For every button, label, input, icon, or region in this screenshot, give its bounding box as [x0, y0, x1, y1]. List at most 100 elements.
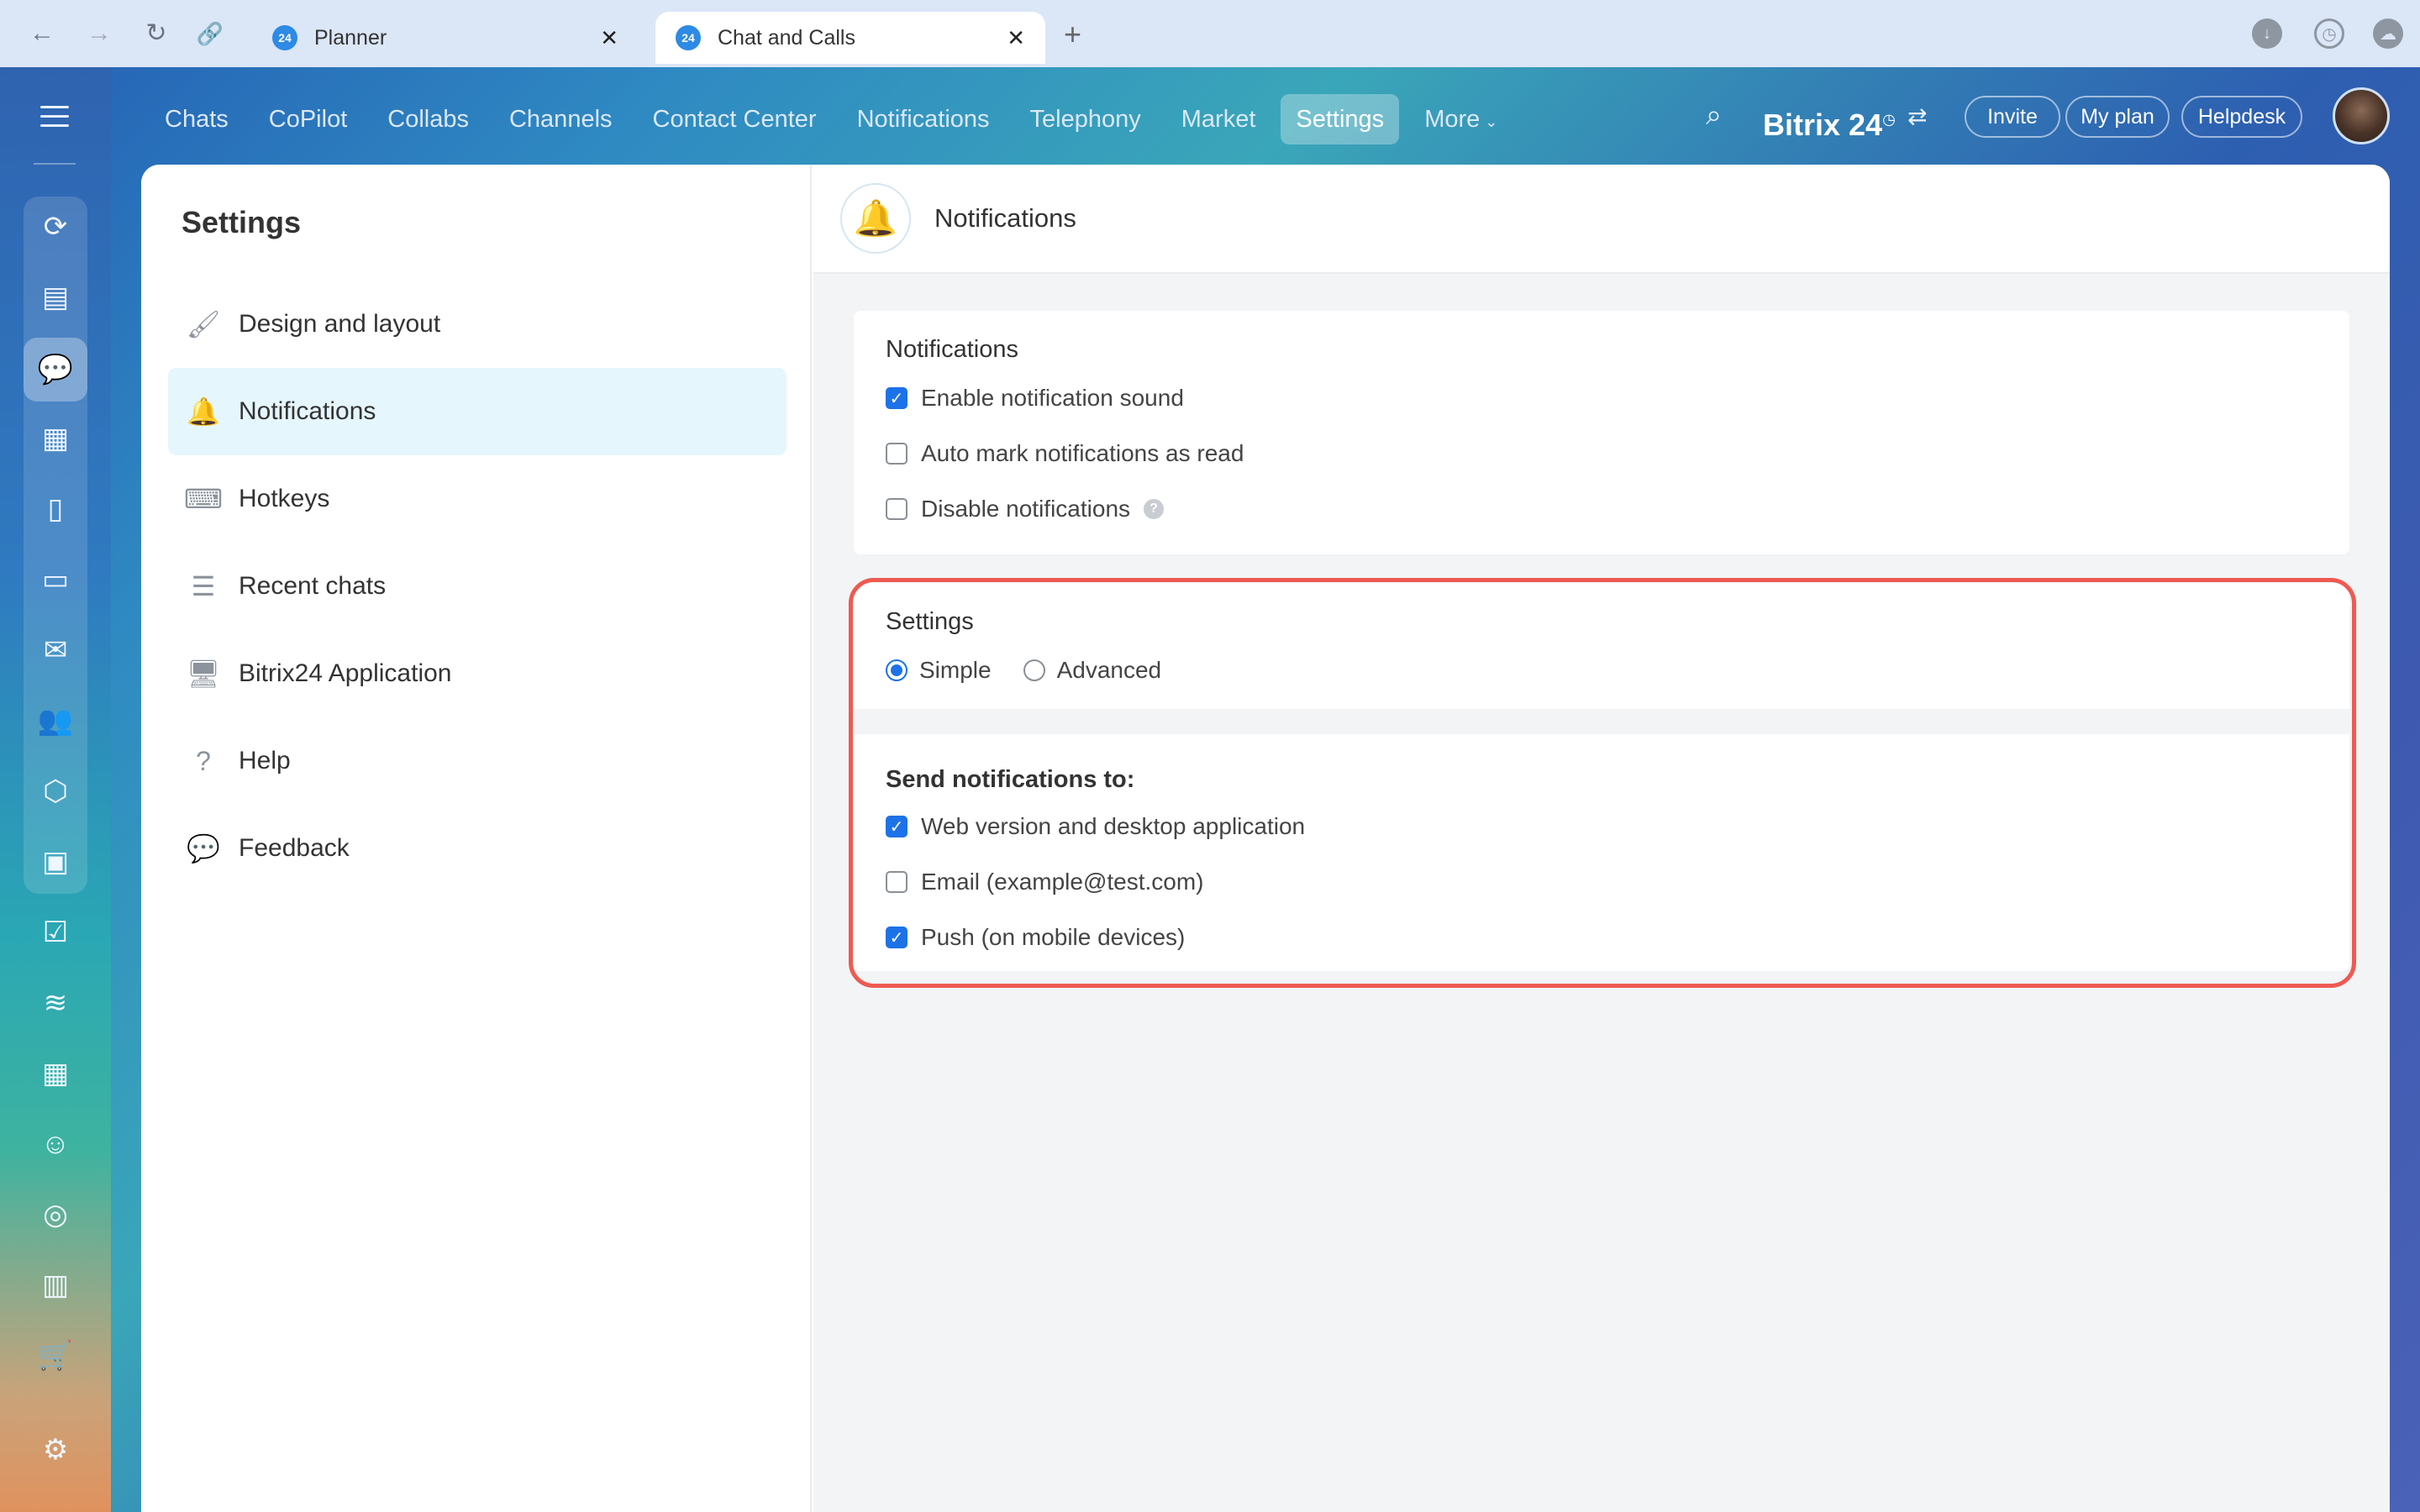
presentation-icon[interactable]: ▣ [30, 837, 81, 887]
nav-collabs[interactable]: Collabs [372, 94, 484, 144]
invite-button[interactable]: Invite [1965, 96, 2060, 138]
target-icon[interactable]: ◎ [30, 1189, 81, 1240]
checkbox-checked[interactable]: ✓ [886, 816, 908, 837]
browser-tab-chat-and-calls[interactable]: 24 Chat and Calls ✕ [655, 12, 1045, 64]
checkbox-checked[interactable]: ✓ [886, 387, 908, 409]
helpdesk-button[interactable]: Helpdesk [2181, 96, 2302, 138]
option-label: Disable notifications [921, 496, 1131, 522]
close-icon[interactable]: ✕ [600, 25, 618, 51]
checkbox-checked[interactable]: ✓ [886, 927, 908, 948]
feed-icon[interactable]: ⟳ [30, 202, 81, 252]
tune-sliders-icon[interactable]: ⇄ [1907, 102, 1927, 130]
history-clock-icon[interactable]: ◷ [2314, 18, 2344, 49]
news-icon[interactable]: ▤ [30, 272, 81, 323]
forward-arrow-icon[interactable]: → [84, 18, 114, 49]
settings-mode-card: Settings Simple Advanced Send notificati… [854, 583, 2349, 971]
document-icon[interactable]: ▯ [30, 484, 81, 534]
list-icon: ☰ [191, 571, 216, 601]
nav-more-label: More [1424, 106, 1481, 133]
clock-icon: ◷ [1882, 111, 1896, 128]
nav-chats[interactable]: Chats [150, 94, 244, 144]
bell-icon: 🔔 [840, 183, 911, 254]
sidebar-item-bitrix24-application[interactable]: 🖥 Bitrix24 Application [168, 630, 786, 717]
radio-label: Simple [919, 657, 992, 683]
sidebar-item-feedback[interactable]: 💬 Feedback [168, 805, 786, 892]
brush-icon: 🖌 [186, 309, 221, 339]
contacts-icon[interactable]: 👥 [30, 696, 81, 746]
help-question-icon[interactable]: ? [1144, 499, 1165, 519]
option-disable-notifications[interactable]: Disable notifications ? [886, 492, 1165, 526]
drive-icon[interactable]: ▭ [30, 554, 81, 605]
sidebar-item-hotkeys[interactable]: ⌨ Hotkeys [168, 455, 786, 543]
sidebar-item-label: Feedback [239, 834, 350, 862]
cloud-download-icon[interactable]: ☁ [2373, 18, 2403, 49]
monitor-icon: 🖥 [186, 659, 221, 689]
option-email[interactable]: Email (example@test.com) [886, 865, 1204, 899]
tab-title: Chat and Calls [718, 25, 855, 50]
radio-advanced[interactable] [1023, 659, 1045, 681]
link-icon[interactable]: 🔗 [195, 18, 225, 49]
funnel-icon[interactable]: ≋ [30, 978, 81, 1028]
sidebar-title: Settings [182, 205, 302, 239]
back-arrow-icon[interactable]: ← [27, 18, 57, 49]
store-icon[interactable]: ▥ [30, 1260, 81, 1310]
reload-icon[interactable]: ↻ [141, 18, 171, 49]
settings-panel: Settings 🖌 Design and layout 🔔 Notificat… [141, 165, 2390, 1512]
option-push[interactable]: ✓ Push (on mobile devices) [886, 921, 1185, 954]
calendar-icon[interactable]: ▦ [30, 413, 81, 464]
brand-logo[interactable]: Bitrix 24◷ [1763, 94, 1896, 144]
avatar[interactable] [2333, 87, 2390, 144]
option-label: Enable notification sound [921, 385, 1184, 411]
my-plan-button[interactable]: My plan [2065, 96, 2170, 138]
chat-bubbles-icon[interactable]: 💬 [24, 338, 87, 402]
download-icon[interactable]: ↓ [2252, 18, 2282, 49]
nav-telephony[interactable]: Telephony [1015, 94, 1156, 144]
nav-channels[interactable]: Channels [494, 94, 628, 144]
browser-tab-planner[interactable]: 24 Planner ✕ [252, 12, 639, 64]
option-auto-mark-read[interactable]: Auto mark notifications as read [886, 437, 1244, 470]
nav-notifications[interactable]: Notifications [842, 94, 1005, 144]
option-web-desktop[interactable]: ✓ Web version and desktop application [886, 810, 1305, 843]
browser-chrome: ← → ↻ 🔗 24 Planner ✕ 24 Chat and Calls ✕… [0, 0, 2420, 67]
checkbox[interactable] [886, 498, 908, 520]
mail-icon[interactable]: ✉ [30, 625, 81, 675]
option-label: Auto mark notifications as read [921, 440, 1244, 466]
option-enable-notification-sound[interactable]: ✓ Enable notification sound [886, 381, 1184, 415]
sidebar-item-notifications[interactable]: 🔔 Notifications [168, 368, 786, 455]
nav-more[interactable]: More ⌄ [1409, 94, 1512, 144]
bitrix24-favicon-icon: 24 [676, 25, 701, 50]
nav-market[interactable]: Market [1166, 94, 1271, 144]
tab-title: Planner [314, 25, 387, 50]
hexagon-icon[interactable]: ⬡ [30, 766, 81, 816]
radio-simple[interactable] [886, 659, 908, 681]
checkbox[interactable] [886, 871, 908, 893]
sidebar-item-design-and-layout[interactable]: 🖌 Design and layout [168, 281, 786, 368]
robot-icon[interactable]: ☺ [30, 1119, 81, 1169]
keyboard-icon: ⌨ [183, 484, 224, 514]
radio-label: Advanced [1056, 657, 1162, 683]
new-tab-plus-icon[interactable]: + [1064, 17, 1081, 52]
notifications-card: Notifications ✓ Enable notification soun… [854, 311, 2349, 554]
sidebar-item-label: Help [239, 747, 291, 774]
sidebar-item-help[interactable]: ? Help [168, 717, 786, 805]
cart-icon[interactable]: 🛒 [30, 1331, 81, 1381]
sidebar-item-recent-chats[interactable]: ☰ Recent chats [168, 543, 786, 630]
sidebar-item-label: Design and layout [239, 310, 441, 338]
tasks-check-icon[interactable]: ☑ [30, 907, 81, 958]
search-icon[interactable]: ⌕ [1706, 99, 1739, 133]
page-title: Notifications [934, 203, 1076, 233]
card-title: Settings [886, 608, 974, 635]
rail-divider [34, 163, 76, 165]
content-header: 🔔 Notifications [813, 165, 2390, 274]
menu-hamburger-icon[interactable] [40, 106, 69, 134]
checkbox[interactable] [886, 443, 908, 465]
close-icon[interactable]: ✕ [1007, 25, 1025, 51]
nav-settings[interactable]: Settings [1281, 94, 1400, 144]
mode-radio-group: Simple Advanced [886, 654, 1161, 687]
nav-copilot[interactable]: CoPilot [254, 94, 363, 144]
send-notifications-title: Send notifications to: [886, 766, 1135, 793]
schedule-icon[interactable]: ▦ [30, 1048, 81, 1099]
gear-icon[interactable]: ⚙ [30, 1425, 81, 1475]
left-icon-rail: ⟳ ▤ 💬 ▦ ▯ ▭ ✉ 👥 ⬡ ▣ ☑ ≋ ▦ ☺ ◎ ▥ 🛒 ⚙ [0, 67, 111, 1512]
nav-contact-center[interactable]: Contact Center [638, 94, 832, 144]
